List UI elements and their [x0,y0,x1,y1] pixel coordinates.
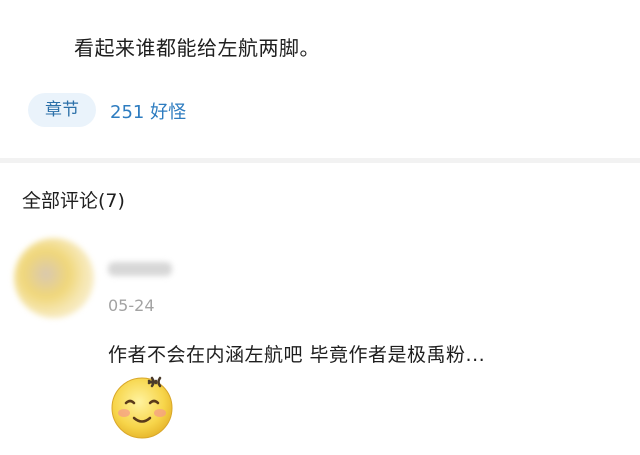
chapter-tag[interactable]: 章节 [28,93,96,127]
section-divider [0,158,640,163]
comment-text: 作者不会在内涵左航吧 毕竟作者是极禹粉... [108,344,486,366]
avatar[interactable] [14,238,94,318]
angry-smile-emoji-icon [111,376,173,439]
comments-heading: 全部评论(7) [22,190,125,212]
comment-date: 05-24 [108,296,155,315]
chapter-link[interactable]: 251 好怪 [110,98,186,124]
post-text: 看起来谁都能给左航两脚。 [74,36,320,60]
username[interactable] [108,262,172,276]
